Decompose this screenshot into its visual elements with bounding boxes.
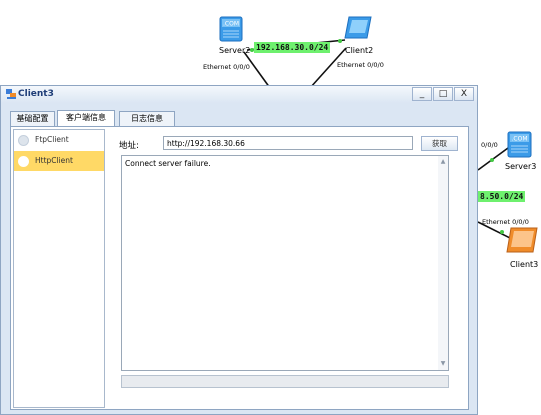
client-info-panel: FtpClient HttpClient 地址: 获取 Connect serv… bbox=[10, 126, 469, 410]
server3-port-label: 0/0/0 bbox=[481, 141, 498, 149]
scroll-up-icon[interactable]: ▲ bbox=[439, 158, 447, 166]
close-button[interactable]: X bbox=[454, 87, 474, 101]
status-bar bbox=[121, 375, 449, 388]
status-dot-icon bbox=[18, 156, 29, 167]
window-title: Client3 bbox=[18, 89, 54, 99]
network-label-right: 8.50.0/24 bbox=[478, 191, 526, 202]
server3-label: Server3 bbox=[505, 162, 537, 171]
server2-port-label: Ethernet 0/0/0 bbox=[203, 63, 250, 71]
tab-log-info[interactable]: 日志信息 bbox=[119, 111, 175, 126]
client2-label: Client2 bbox=[345, 46, 374, 55]
list-item-ftpclient[interactable]: FtpClient bbox=[14, 130, 104, 150]
client2-icon[interactable] bbox=[343, 14, 373, 44]
server2-icon[interactable]: .COM bbox=[219, 14, 245, 46]
port-dot bbox=[338, 39, 342, 43]
list-item-httpclient[interactable]: HttpClient bbox=[14, 151, 104, 171]
window-titlebar[interactable]: Client3 _ □ X bbox=[1, 86, 477, 103]
list-item-label: HttpClient bbox=[35, 156, 73, 165]
output-text: Connect server failure. bbox=[125, 159, 211, 168]
port-dot bbox=[490, 158, 494, 162]
minimize-button[interactable]: _ bbox=[412, 87, 432, 101]
client3-label: Client3 bbox=[510, 260, 539, 269]
client3-window[interactable]: Client3 _ □ X 基础配置 客户端信息 日志信息 FtpClient … bbox=[0, 85, 478, 415]
tab-client-info[interactable]: 客户端信息 bbox=[57, 110, 115, 126]
client-app-icon bbox=[6, 89, 16, 99]
network-label-top: 192.168.30.0/24 bbox=[254, 42, 331, 53]
response-output[interactable]: Connect server failure. ▲ ▼ bbox=[121, 155, 449, 371]
server3-icon[interactable]: .COM bbox=[506, 130, 534, 162]
scroll-down-icon[interactable]: ▼ bbox=[439, 360, 447, 368]
server2-icon-text: .COM bbox=[223, 21, 239, 28]
list-item-label: FtpClient bbox=[35, 135, 69, 144]
fetch-button[interactable]: 获取 bbox=[421, 136, 458, 151]
client3-icon[interactable] bbox=[505, 226, 539, 258]
server3-icon-text: .COM bbox=[512, 136, 528, 143]
address-label: 地址: bbox=[119, 141, 139, 151]
tab-basic-config[interactable]: 基础配置 bbox=[10, 111, 55, 126]
client-type-list: FtpClient HttpClient bbox=[13, 129, 105, 408]
status-dot-icon bbox=[18, 135, 29, 146]
client2-port-label: Ethernet 0/0/0 bbox=[337, 61, 384, 69]
port-dot bbox=[500, 230, 504, 234]
output-scrollbar[interactable]: ▲ ▼ bbox=[438, 156, 448, 370]
address-input[interactable] bbox=[163, 136, 413, 150]
maximize-button[interactable]: □ bbox=[433, 87, 453, 101]
client3-port-label: Ethernet 0/0/0 bbox=[482, 218, 529, 226]
server2-label: Server2 bbox=[219, 46, 251, 55]
